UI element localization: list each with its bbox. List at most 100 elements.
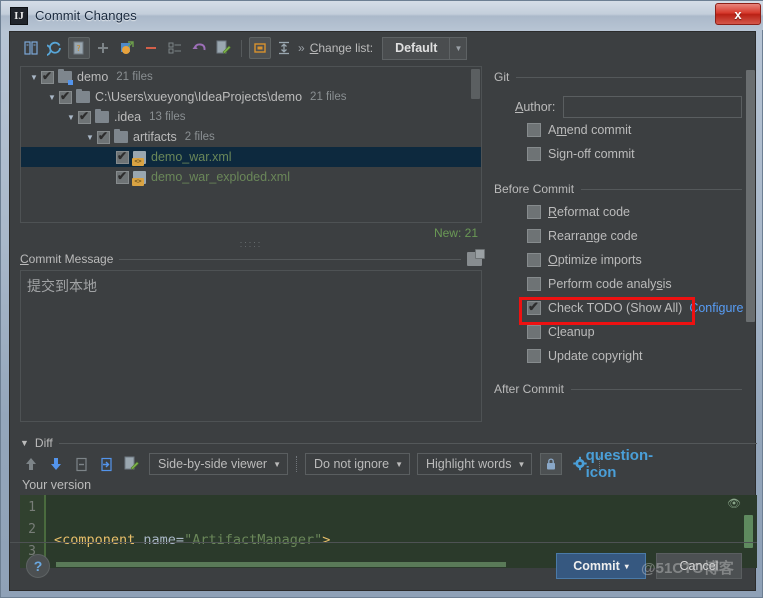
tree-checkbox[interactable] [97,129,110,144]
before-commit-section-header: Before Commit [494,182,742,196]
refresh-icon[interactable] [44,37,66,59]
chevron-down-icon: ▾ [624,561,629,571]
checkbox-box[interactable] [527,277,541,291]
changelist-select[interactable]: Default ▼ [382,36,468,60]
close-icon[interactable]: x [715,3,761,25]
viewer-mode-value: Side-by-side viewer [158,457,268,471]
diff-section-label: Diff [34,436,53,450]
checkbox-box[interactable] [527,253,541,267]
commit-message-input[interactable]: 提交到本地 [20,270,482,422]
tree-checkbox[interactable] [116,169,129,184]
reformat-code-checkbox[interactable]: Reformat code [494,200,742,224]
group-by-icon[interactable] [164,37,186,59]
eye-icon[interactable]: 👁 [727,497,741,510]
collapse-all-icon[interactable] [273,37,295,59]
apply-right-icon[interactable] [95,453,117,475]
checkbox-box[interactable] [527,229,541,243]
window-titlebar: IJ Commit Changes x [1,1,763,30]
help-button[interactable]: ? [26,554,50,578]
checkbox-box[interactable] [527,205,541,219]
update-copyright-checkbox[interactable]: Update copyright [494,344,742,368]
divider [571,388,742,390]
viewer-mode-select[interactable]: Side-by-side viewer ▼ [149,453,288,475]
tree-twisty-icon[interactable]: ▼ [64,113,78,122]
sign-off-commit-checkbox[interactable]: Sign-off commit [494,142,742,166]
tree-scrollbar[interactable] [471,69,480,99]
checkbox-box[interactable] [527,147,541,161]
tree-row[interactable]: ▼ demo 21 files [21,67,481,87]
amend-commit-checkbox[interactable]: Amend commit [494,118,742,142]
folder-modified-icon [58,69,73,85]
tree-checkbox[interactable] [116,149,129,164]
tree-row[interactable]: ▼ artifacts 2 files [21,127,481,147]
tree-row-name: demo [77,70,109,84]
revert-changes-icon[interactable]: ? [68,37,90,59]
line-number: 1 [28,500,36,515]
perform-code-analysis-checkbox[interactable]: Perform code analysis [494,272,742,296]
checkbox-box[interactable] [527,123,541,137]
highlight-mode-value: Highlight words [425,457,512,471]
delete-icon[interactable] [140,37,162,59]
tree-row-name: demo_war.xml [151,150,232,164]
rollback-icon[interactable] [188,37,210,59]
left-column: ▼ demo 21 files ▼ C:\Users\xueyong\IdeaP… [20,66,485,422]
commit-button[interactable]: Commit ▾ [556,553,646,579]
highlight-mode-select[interactable]: Highlight words ▼ [416,453,533,475]
checkbox-box[interactable] [527,299,541,315]
checkbox-box[interactable] [527,349,541,363]
tree-row[interactable]: demo_war.xml [21,147,481,167]
expand-collapse-icon[interactable] [249,37,271,59]
check-todo-label: Check TODO (Show All) [548,301,683,315]
cancel-button[interactable]: Cancel [656,553,742,579]
splitter-handle[interactable]: ::::: [20,240,482,250]
question-icon[interactable]: question-icon [586,447,654,481]
author-label: Author: [515,100,556,114]
apply-left-icon[interactable] [70,453,92,475]
cleanup-label: Cleanup [548,325,595,339]
tree-row[interactable]: demo_war_exploded.xml [21,167,481,187]
show-diff-icon[interactable] [20,37,42,59]
tree-row[interactable]: ▼ .idea 13 files [21,107,481,127]
add-icon[interactable] [92,37,114,59]
checkbox-box[interactable] [527,325,541,339]
lock-icon[interactable] [540,453,563,475]
author-field[interactable] [563,96,742,118]
changes-tree[interactable]: ▼ demo 21 files ▼ C:\Users\xueyong\IdeaP… [20,66,482,223]
update-copyright-label: Update copyright [548,349,643,363]
tree-twisty-icon[interactable]: ▼ [83,133,97,142]
git-section-header: Git [494,70,742,84]
overflow-chevrons[interactable]: » [298,41,305,55]
tree-row-name: C:\Users\xueyong\IdeaProjects\demo [95,90,303,104]
arrow-down-icon[interactable] [45,453,67,475]
configure-link[interactable]: Configure [689,301,743,315]
optimize-imports-checkbox[interactable]: Optimize imports [494,248,742,272]
tree-checkbox[interactable] [59,89,72,104]
line-number: 2 [28,522,36,537]
diff-twisty-icon[interactable]: ▼ [20,438,29,448]
arrow-up-icon[interactable] [20,453,42,475]
edit-source-icon[interactable] [120,453,142,475]
tree-row-name: artifacts [133,130,177,144]
check-todo-checkbox[interactable]: Check TODO (Show All) Configure [494,296,744,320]
cleanup-checkbox[interactable]: Cleanup [494,320,742,344]
author-row: Author: [494,96,742,118]
tree-checkbox[interactable] [78,109,91,124]
tree-twisty-icon[interactable]: ▼ [27,73,41,82]
after-commit-section-label: After Commit [494,382,565,396]
right-panel-scrollbar[interactable] [746,70,755,322]
commit-button-label: Commit [573,559,620,573]
edit-source-icon[interactable] [212,37,234,59]
move-to-changelist-icon[interactable] [116,37,138,59]
reformat-code-label: Reformat code [548,205,630,219]
sign-off-commit-label: Sign-off commit [548,147,635,161]
whitespace-mode-select[interactable]: Do not ignore ▼ [305,453,410,475]
rearrange-code-checkbox[interactable]: Rearrange code [494,224,742,248]
after-commit-section-header: After Commit [494,382,742,396]
tree-row[interactable]: ▼ C:\Users\xueyong\IdeaProjects\demo 21 … [21,87,481,107]
tree-row-count: 21 files [116,71,153,83]
message-history-icon[interactable] [467,249,485,266]
tree-twisty-icon[interactable]: ▼ [45,93,59,102]
tree-row-count: 13 files [149,111,186,123]
tree-checkbox[interactable] [41,69,54,84]
whitespace-mode-value: Do not ignore [314,457,390,471]
